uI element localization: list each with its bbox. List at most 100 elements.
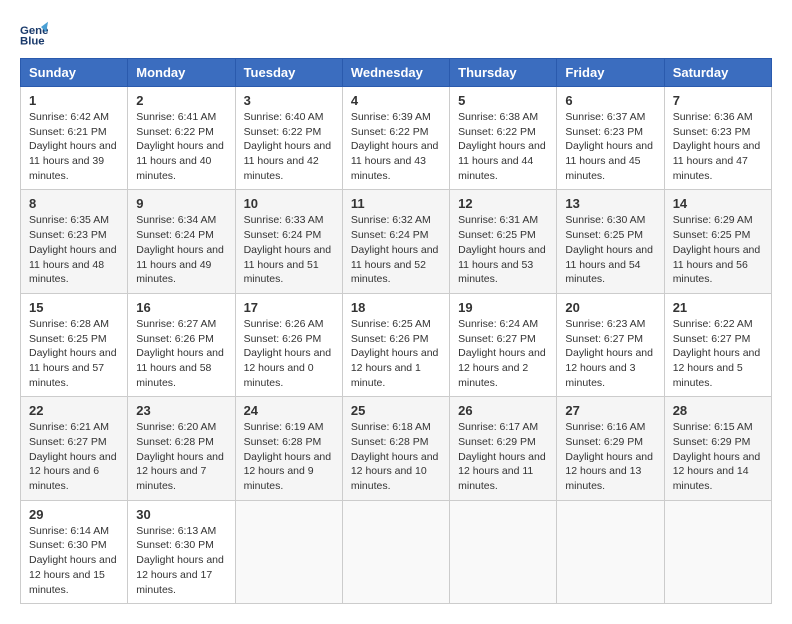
day-detail: Sunrise: 6:37 AM Sunset: 6:23 PM Dayligh… — [565, 110, 655, 183]
day-detail: Sunrise: 6:42 AM Sunset: 6:21 PM Dayligh… — [29, 110, 119, 183]
calendar-cell: 3 Sunrise: 6:40 AM Sunset: 6:22 PM Dayli… — [235, 87, 342, 190]
weekday-header-thursday: Thursday — [450, 59, 557, 87]
day-number: 28 — [673, 403, 763, 418]
day-number: 13 — [565, 196, 655, 211]
day-detail: Sunrise: 6:39 AM Sunset: 6:22 PM Dayligh… — [351, 110, 441, 183]
day-number: 29 — [29, 507, 119, 522]
day-detail: Sunrise: 6:32 AM Sunset: 6:24 PM Dayligh… — [351, 213, 441, 286]
day-number: 16 — [136, 300, 226, 315]
day-number: 18 — [351, 300, 441, 315]
day-number: 3 — [244, 93, 334, 108]
calendar-cell — [342, 500, 449, 603]
logo: General Blue — [20, 20, 52, 48]
calendar-cell: 15 Sunrise: 6:28 AM Sunset: 6:25 PM Dayl… — [21, 293, 128, 396]
day-number: 30 — [136, 507, 226, 522]
calendar-cell — [557, 500, 664, 603]
calendar-cell: 10 Sunrise: 6:33 AM Sunset: 6:24 PM Dayl… — [235, 190, 342, 293]
calendar-cell — [450, 500, 557, 603]
weekday-header-friday: Friday — [557, 59, 664, 87]
calendar-cell: 19 Sunrise: 6:24 AM Sunset: 6:27 PM Dayl… — [450, 293, 557, 396]
weekday-header-saturday: Saturday — [664, 59, 771, 87]
day-detail: Sunrise: 6:41 AM Sunset: 6:22 PM Dayligh… — [136, 110, 226, 183]
day-number: 1 — [29, 93, 119, 108]
day-number: 20 — [565, 300, 655, 315]
calendar-cell: 28 Sunrise: 6:15 AM Sunset: 6:29 PM Dayl… — [664, 397, 771, 500]
calendar-cell: 27 Sunrise: 6:16 AM Sunset: 6:29 PM Dayl… — [557, 397, 664, 500]
calendar-cell: 18 Sunrise: 6:25 AM Sunset: 6:26 PM Dayl… — [342, 293, 449, 396]
calendar-cell: 14 Sunrise: 6:29 AM Sunset: 6:25 PM Dayl… — [664, 190, 771, 293]
day-detail: Sunrise: 6:28 AM Sunset: 6:25 PM Dayligh… — [29, 317, 119, 390]
calendar-cell: 30 Sunrise: 6:13 AM Sunset: 6:30 PM Dayl… — [128, 500, 235, 603]
page-header: General Blue — [20, 20, 772, 48]
calendar-cell: 7 Sunrise: 6:36 AM Sunset: 6:23 PM Dayli… — [664, 87, 771, 190]
calendar-cell: 8 Sunrise: 6:35 AM Sunset: 6:23 PM Dayli… — [21, 190, 128, 293]
day-number: 27 — [565, 403, 655, 418]
calendar-cell: 21 Sunrise: 6:22 AM Sunset: 6:27 PM Dayl… — [664, 293, 771, 396]
day-number: 19 — [458, 300, 548, 315]
day-detail: Sunrise: 6:36 AM Sunset: 6:23 PM Dayligh… — [673, 110, 763, 183]
day-number: 8 — [29, 196, 119, 211]
day-detail: Sunrise: 6:35 AM Sunset: 6:23 PM Dayligh… — [29, 213, 119, 286]
day-number: 5 — [458, 93, 548, 108]
weekday-header-wednesday: Wednesday — [342, 59, 449, 87]
calendar-cell: 1 Sunrise: 6:42 AM Sunset: 6:21 PM Dayli… — [21, 87, 128, 190]
calendar-cell: 11 Sunrise: 6:32 AM Sunset: 6:24 PM Dayl… — [342, 190, 449, 293]
day-detail: Sunrise: 6:14 AM Sunset: 6:30 PM Dayligh… — [29, 524, 119, 597]
day-detail: Sunrise: 6:13 AM Sunset: 6:30 PM Dayligh… — [136, 524, 226, 597]
day-number: 23 — [136, 403, 226, 418]
day-detail: Sunrise: 6:25 AM Sunset: 6:26 PM Dayligh… — [351, 317, 441, 390]
day-detail: Sunrise: 6:16 AM Sunset: 6:29 PM Dayligh… — [565, 420, 655, 493]
calendar-week-row: 15 Sunrise: 6:28 AM Sunset: 6:25 PM Dayl… — [21, 293, 772, 396]
day-detail: Sunrise: 6:23 AM Sunset: 6:27 PM Dayligh… — [565, 317, 655, 390]
day-detail: Sunrise: 6:26 AM Sunset: 6:26 PM Dayligh… — [244, 317, 334, 390]
day-detail: Sunrise: 6:33 AM Sunset: 6:24 PM Dayligh… — [244, 213, 334, 286]
calendar-cell: 25 Sunrise: 6:18 AM Sunset: 6:28 PM Dayl… — [342, 397, 449, 500]
day-number: 7 — [673, 93, 763, 108]
calendar-cell: 9 Sunrise: 6:34 AM Sunset: 6:24 PM Dayli… — [128, 190, 235, 293]
weekday-header-sunday: Sunday — [21, 59, 128, 87]
calendar-cell: 12 Sunrise: 6:31 AM Sunset: 6:25 PM Dayl… — [450, 190, 557, 293]
calendar-table: SundayMondayTuesdayWednesdayThursdayFrid… — [20, 58, 772, 604]
calendar-cell: 17 Sunrise: 6:26 AM Sunset: 6:26 PM Dayl… — [235, 293, 342, 396]
calendar-week-row: 29 Sunrise: 6:14 AM Sunset: 6:30 PM Dayl… — [21, 500, 772, 603]
day-number: 15 — [29, 300, 119, 315]
day-detail: Sunrise: 6:17 AM Sunset: 6:29 PM Dayligh… — [458, 420, 548, 493]
calendar-cell — [235, 500, 342, 603]
day-number: 11 — [351, 196, 441, 211]
day-number: 14 — [673, 196, 763, 211]
calendar-cell: 22 Sunrise: 6:21 AM Sunset: 6:27 PM Dayl… — [21, 397, 128, 500]
weekday-header-row: SundayMondayTuesdayWednesdayThursdayFrid… — [21, 59, 772, 87]
calendar-cell: 20 Sunrise: 6:23 AM Sunset: 6:27 PM Dayl… — [557, 293, 664, 396]
day-number: 25 — [351, 403, 441, 418]
day-detail: Sunrise: 6:21 AM Sunset: 6:27 PM Dayligh… — [29, 420, 119, 493]
logo-icon: General Blue — [20, 20, 48, 48]
day-detail: Sunrise: 6:22 AM Sunset: 6:27 PM Dayligh… — [673, 317, 763, 390]
day-detail: Sunrise: 6:20 AM Sunset: 6:28 PM Dayligh… — [136, 420, 226, 493]
calendar-week-row: 22 Sunrise: 6:21 AM Sunset: 6:27 PM Dayl… — [21, 397, 772, 500]
day-detail: Sunrise: 6:34 AM Sunset: 6:24 PM Dayligh… — [136, 213, 226, 286]
day-detail: Sunrise: 6:29 AM Sunset: 6:25 PM Dayligh… — [673, 213, 763, 286]
day-detail: Sunrise: 6:38 AM Sunset: 6:22 PM Dayligh… — [458, 110, 548, 183]
day-number: 6 — [565, 93, 655, 108]
calendar-week-row: 1 Sunrise: 6:42 AM Sunset: 6:21 PM Dayli… — [21, 87, 772, 190]
day-detail: Sunrise: 6:15 AM Sunset: 6:29 PM Dayligh… — [673, 420, 763, 493]
weekday-header-monday: Monday — [128, 59, 235, 87]
day-number: 9 — [136, 196, 226, 211]
day-detail: Sunrise: 6:19 AM Sunset: 6:28 PM Dayligh… — [244, 420, 334, 493]
calendar-cell: 2 Sunrise: 6:41 AM Sunset: 6:22 PM Dayli… — [128, 87, 235, 190]
calendar-week-row: 8 Sunrise: 6:35 AM Sunset: 6:23 PM Dayli… — [21, 190, 772, 293]
day-number: 10 — [244, 196, 334, 211]
day-detail: Sunrise: 6:18 AM Sunset: 6:28 PM Dayligh… — [351, 420, 441, 493]
calendar-cell: 16 Sunrise: 6:27 AM Sunset: 6:26 PM Dayl… — [128, 293, 235, 396]
day-number: 26 — [458, 403, 548, 418]
calendar-cell: 13 Sunrise: 6:30 AM Sunset: 6:25 PM Dayl… — [557, 190, 664, 293]
day-number: 2 — [136, 93, 226, 108]
calendar-cell: 26 Sunrise: 6:17 AM Sunset: 6:29 PM Dayl… — [450, 397, 557, 500]
day-detail: Sunrise: 6:27 AM Sunset: 6:26 PM Dayligh… — [136, 317, 226, 390]
day-detail: Sunrise: 6:24 AM Sunset: 6:27 PM Dayligh… — [458, 317, 548, 390]
calendar-cell: 23 Sunrise: 6:20 AM Sunset: 6:28 PM Dayl… — [128, 397, 235, 500]
day-number: 21 — [673, 300, 763, 315]
svg-text:Blue: Blue — [20, 36, 45, 48]
calendar-cell: 6 Sunrise: 6:37 AM Sunset: 6:23 PM Dayli… — [557, 87, 664, 190]
calendar-cell: 29 Sunrise: 6:14 AM Sunset: 6:30 PM Dayl… — [21, 500, 128, 603]
